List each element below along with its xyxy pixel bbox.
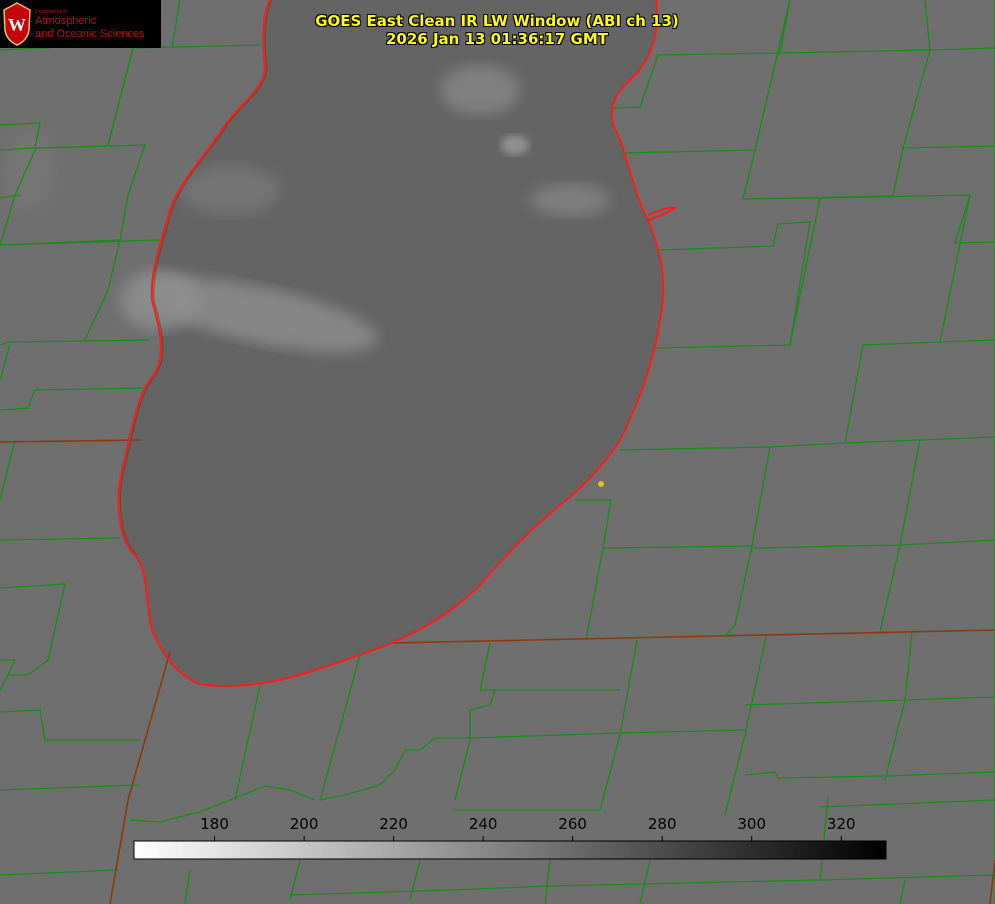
colorbar-tick-label: 200 [289,815,319,833]
university-crest-icon: W [3,2,31,46]
colorbar-tick-label: 320 [826,815,856,833]
colorbar-tick-label: 300 [737,815,767,833]
colorbar-tick-label: 240 [468,815,498,833]
colorbar-gradient [133,840,887,860]
colorbar-tick-label: 180 [200,815,229,833]
colorbar-tick-label: 220 [379,815,408,833]
satellite-ir-map [0,0,995,904]
location-marker [598,481,604,487]
logo-line-2: and Oceanic Sciences [35,28,145,40]
colorbar-tick-label: 280 [647,815,677,833]
crest-letter: W [8,15,26,35]
satellite-map-view: W Department of Atmospheric and Oceanic … [0,0,995,904]
image-title: GOES East Clean IR LW Window (ABI ch 13) [315,12,679,30]
colorbar-tick-label: 260 [558,815,587,833]
logo-line-1: Atmospheric [35,15,97,27]
image-timestamp: 2026 Jan 13 01:36:17 GMT [386,30,608,48]
uw-aos-logo: W Department of Atmospheric and Oceanic … [0,0,161,48]
